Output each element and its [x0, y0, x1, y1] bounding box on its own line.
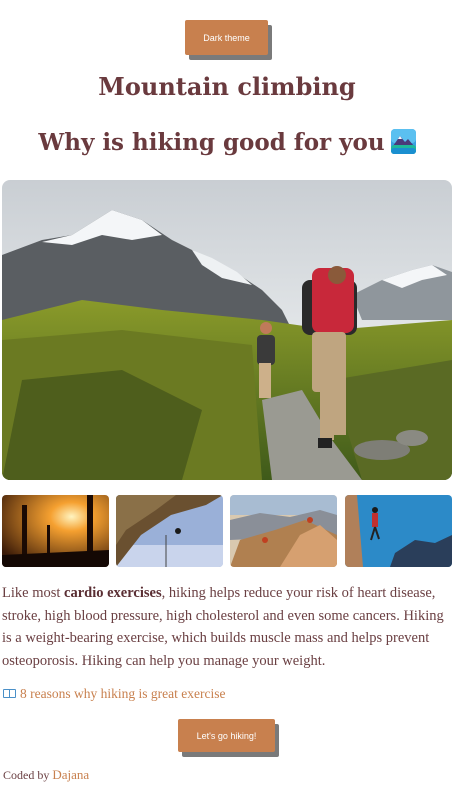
footer: Coded by Dajana [3, 767, 89, 783]
thumbnail-climbers-ridge[interactable] [230, 495, 337, 567]
subtitle-text: Why is hiking good for you [38, 129, 385, 156]
thumbnail-rock-climber[interactable] [116, 495, 223, 567]
dark-theme-button[interactable]: Dark theme [185, 20, 268, 55]
thumbnail-gallery [2, 495, 452, 567]
book-icon [3, 689, 16, 698]
hero-image [2, 180, 452, 480]
description-bold-term: cardio exercises [64, 585, 162, 601]
mountain-landscape-icon [390, 129, 416, 154]
page-subtitle: Why is hiking good for you [0, 129, 454, 156]
description-paragraph: Like most cardio exercises, hiking helps… [2, 582, 452, 672]
lets-go-hiking-button[interactable]: Let's go hiking! [178, 719, 275, 752]
thumbnail-cliff-climber[interactable] [345, 495, 452, 567]
description-text-start: Like most [2, 585, 65, 601]
page-title: Mountain climbing [98, 72, 356, 101]
reasons-link[interactable]: 8 reasons why hiking is great exercise [20, 686, 225, 701]
author-link[interactable]: Dajana [52, 767, 89, 782]
footer-prefix: Coded by [3, 768, 50, 782]
reasons-link-row: 8 reasons why hiking is great exercise [3, 686, 225, 702]
thumbnail-sunset-forest[interactable] [2, 495, 109, 567]
